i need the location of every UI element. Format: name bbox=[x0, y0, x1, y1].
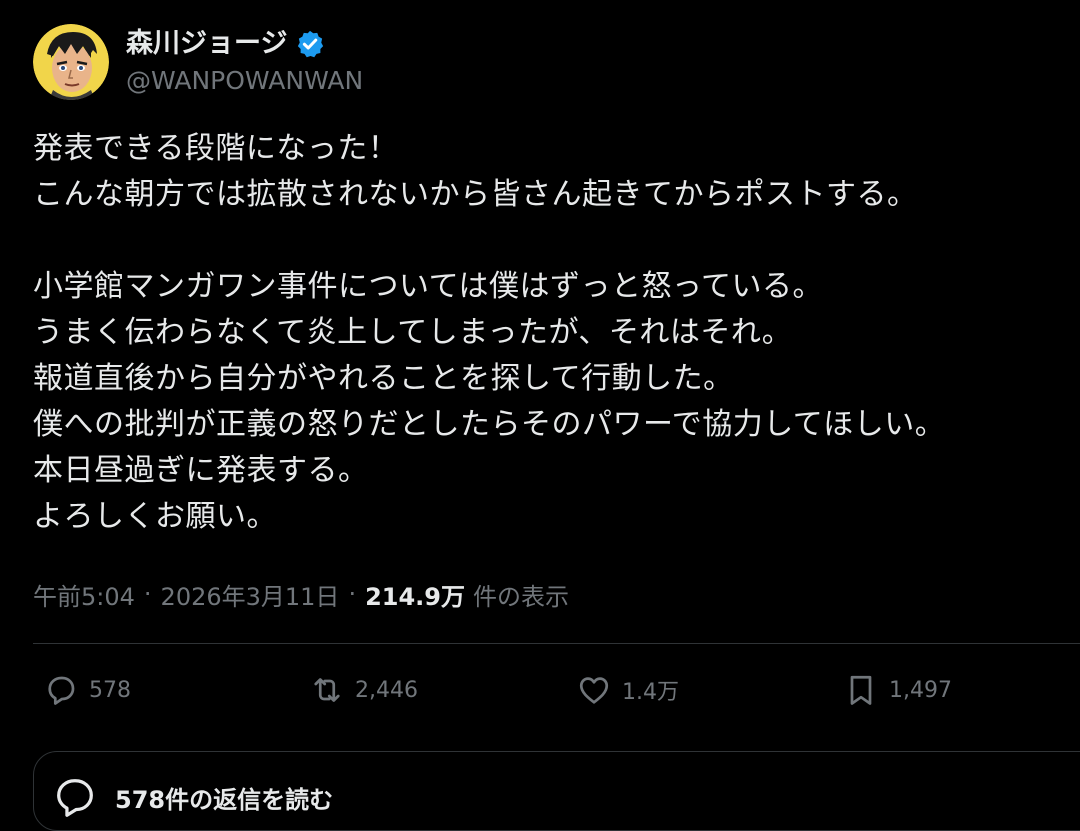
post-text-line: 報道直後から自分がやれることを探して行動した。 bbox=[33, 361, 734, 396]
author-header: 森川ジョージ @WANPOWANWAN bbox=[33, 24, 363, 100]
meta-separator: · bbox=[348, 580, 357, 608]
post-time[interactable]: 午前5:04 bbox=[33, 577, 135, 612]
read-replies-button[interactable]: 578件の返信を読む bbox=[33, 751, 1080, 831]
post-text: 発表できる段階になった！ こんな朝方では拡散されないから皆さん起きてからポストす… bbox=[33, 126, 1063, 540]
repost-button[interactable]: 2,446 bbox=[309, 666, 418, 714]
reply-icon bbox=[48, 676, 75, 705]
like-count: 1.4万 bbox=[622, 680, 679, 705]
repost-count: 2,446 bbox=[355, 677, 418, 703]
post-text-line: 小学館マンガワン事件については僕はずっと怒っている。 bbox=[33, 269, 823, 304]
verified-badge-icon[interactable] bbox=[295, 29, 325, 59]
author-info: 森川ジョージ @WANPOWANWAN bbox=[126, 26, 363, 98]
avatar-image bbox=[33, 24, 109, 100]
meta-separator: · bbox=[143, 580, 152, 608]
repost-icon bbox=[314, 678, 340, 702]
user-handle[interactable]: @WANPOWANWAN bbox=[126, 64, 363, 98]
post-detail: 森川ジョージ @WANPOWANWAN 発表できる段階になった！ こんな朝方では… bbox=[0, 0, 1080, 831]
heart-icon bbox=[579, 677, 609, 704]
name-row: 森川ジョージ bbox=[126, 26, 363, 62]
bookmark-count: 1,497 bbox=[889, 677, 952, 703]
read-replies-content: 578件の返信を読む bbox=[52, 774, 333, 820]
post-text-line: こんな朝方では拡散されないから皆さん起きてからポストする。 bbox=[33, 177, 918, 212]
read-replies-label: 578件の返信を読む bbox=[115, 785, 334, 814]
avatar[interactable] bbox=[33, 24, 109, 100]
action-bar: 578 2,446 1.4万 1,497 bbox=[33, 666, 1080, 714]
reply-icon bbox=[57, 779, 93, 817]
divider bbox=[33, 643, 1080, 644]
reply-button[interactable]: 578 bbox=[43, 666, 131, 714]
display-name[interactable]: 森川ジョージ bbox=[126, 26, 287, 62]
post-text-line: 発表できる段階になった！ bbox=[33, 131, 399, 166]
views-count[interactable]: 214.9万 bbox=[365, 577, 465, 612]
bookmark-icon bbox=[850, 675, 872, 705]
post-meta: 午前5:04 · 2026年3月11日 · 214.9万 件の表示 bbox=[33, 576, 569, 612]
post-text-line: 本日昼過ぎに発表する。 bbox=[33, 453, 369, 488]
views-label: 件の表示 bbox=[473, 582, 569, 611]
post-text-line: うまく伝わらなくて炎上してしまったが、それはそれ。 bbox=[33, 315, 793, 350]
bookmark-button[interactable]: 1,497 bbox=[843, 666, 952, 714]
like-button[interactable]: 1.4万 bbox=[576, 666, 679, 714]
reply-count: 578 bbox=[89, 677, 131, 703]
post-date[interactable]: 2026年3月11日 bbox=[161, 577, 340, 612]
post-text-line: よろしくお願い。 bbox=[33, 499, 277, 534]
post-text-blank-line bbox=[33, 218, 1063, 264]
post-text-line: 僕への批判が正義の怒りだとしたらそのパワーで協力してほしい。 bbox=[33, 407, 946, 442]
